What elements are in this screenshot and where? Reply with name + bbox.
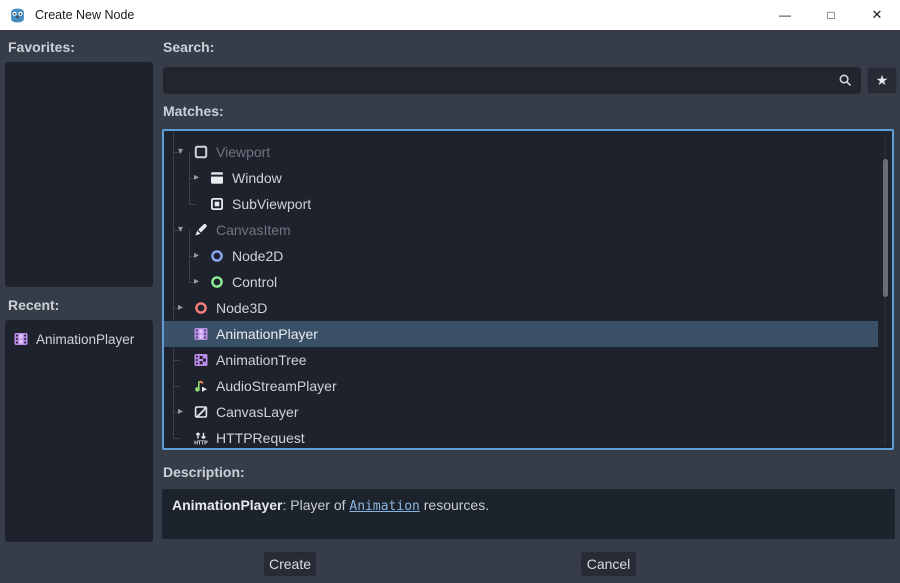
- tree-row-label: Node3D: [216, 300, 267, 316]
- tree-scrollbar[interactable]: [883, 135, 888, 444]
- search-input[interactable]: [163, 67, 861, 94]
- canvaslayer-icon: [193, 404, 209, 420]
- search-label: Search:: [163, 39, 214, 55]
- chevron-right-icon[interactable]: ▸: [194, 277, 207, 287]
- tree-row-canvaslayer[interactable]: ▸ CanvasLayer: [164, 399, 878, 425]
- tree-row-window[interactable]: ▸ Window: [164, 165, 878, 191]
- node-tree-panel[interactable]: ▾ Viewport ▸ Window: [162, 129, 894, 450]
- animationplayer-icon: [193, 326, 209, 342]
- tree-row-label: Window: [232, 170, 282, 186]
- tree-row-label: AudioStreamPlayer: [216, 378, 337, 394]
- favorites-panel[interactable]: [5, 62, 153, 287]
- canvasitem-icon: [193, 222, 209, 238]
- control-icon: [209, 274, 225, 290]
- star-icon: ★: [876, 72, 889, 89]
- description-label: Description:: [163, 464, 245, 480]
- httprequest-icon: HTTP: [193, 430, 209, 446]
- recent-item-animationplayer[interactable]: AnimationPlayer: [11, 328, 153, 350]
- chevron-down-icon[interactable]: ▾: [178, 225, 191, 235]
- tree-row-control[interactable]: ▸ Control: [164, 269, 878, 295]
- audiostreamplayer-icon: [193, 378, 209, 394]
- node3d-icon: [193, 300, 209, 316]
- animationtree-icon: [193, 352, 209, 368]
- tree-row-node3d[interactable]: ▸ Node3D: [164, 295, 878, 321]
- svg-text:HTTP: HTTP: [194, 441, 208, 446]
- close-button[interactable]: ✕: [854, 0, 900, 30]
- subviewport-icon: [209, 196, 225, 212]
- node-tree: ▾ Viewport ▸ Window: [164, 139, 892, 451]
- tree-row-label: CanvasItem: [216, 222, 291, 238]
- description-text: : Player of: [282, 497, 349, 513]
- cancel-button[interactable]: Cancel: [580, 551, 637, 577]
- favorite-toggle-button[interactable]: ★: [867, 67, 897, 94]
- tree-row-viewport[interactable]: ▾ Viewport: [164, 139, 878, 165]
- scrollbar-thumb[interactable]: [883, 159, 888, 297]
- search-icon: [838, 73, 853, 88]
- tree-row-label: SubViewport: [232, 196, 311, 212]
- tree-row-label: CanvasLayer: [216, 404, 299, 420]
- recent-panel[interactable]: AnimationPlayer: [5, 320, 153, 542]
- window-icon: [209, 170, 225, 186]
- tree-row-subviewport[interactable]: SubViewport: [164, 191, 878, 217]
- tree-row-animationplayer[interactable]: AnimationPlayer: [164, 321, 878, 347]
- animationplayer-icon: [13, 331, 29, 347]
- chevron-right-icon[interactable]: ▸: [194, 173, 207, 183]
- recent-label: Recent:: [8, 297, 59, 313]
- matches-label: Matches:: [163, 103, 224, 119]
- recent-item-label: AnimationPlayer: [36, 332, 134, 347]
- tree-row-label: Node2D: [232, 248, 283, 264]
- chevron-right-icon[interactable]: ▸: [194, 251, 207, 261]
- godot-logo-icon: [9, 7, 26, 24]
- chevron-right-icon[interactable]: ▸: [178, 407, 191, 417]
- viewport-icon: [193, 144, 209, 160]
- tree-row-label: Viewport: [216, 144, 270, 160]
- title-bar: Create New Node — □ ✕: [0, 0, 900, 30]
- chevron-right-icon[interactable]: ▸: [178, 303, 191, 313]
- tree-row-animationtree[interactable]: AnimationTree: [164, 347, 878, 373]
- description-panel: AnimationPlayer: Player of Animation res…: [162, 489, 895, 539]
- minimize-button[interactable]: —: [762, 0, 808, 30]
- description-text: resources.: [420, 497, 489, 513]
- chevron-down-icon[interactable]: ▾: [178, 147, 191, 157]
- tree-row-httprequest[interactable]: HTTP HTTPRequest: [164, 425, 878, 451]
- description-animation-link[interactable]: Animation: [349, 499, 419, 514]
- tree-row-node2d[interactable]: ▸ Node2D: [164, 243, 878, 269]
- window-title: Create New Node: [35, 8, 134, 22]
- tree-row-audiostreamplayer[interactable]: AudioStreamPlayer: [164, 373, 878, 399]
- tree-row-label: AnimationTree: [216, 352, 307, 368]
- tree-row-label: Control: [232, 274, 277, 290]
- tree-row-label: AnimationPlayer: [216, 326, 318, 342]
- create-button[interactable]: Create: [263, 551, 317, 577]
- description-class-name: AnimationPlayer: [172, 497, 282, 513]
- favorites-label: Favorites:: [8, 39, 75, 55]
- tree-row-canvasitem[interactable]: ▾ CanvasItem: [164, 217, 878, 243]
- maximize-button[interactable]: □: [808, 0, 854, 30]
- node2d-icon: [209, 248, 225, 264]
- tree-row-label: HTTPRequest: [216, 430, 305, 446]
